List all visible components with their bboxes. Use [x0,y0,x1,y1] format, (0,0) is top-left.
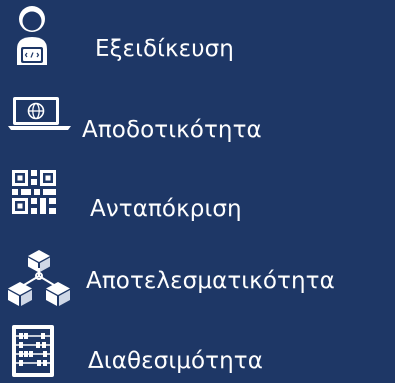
cubes-network-icon [8,250,70,306]
feature-label: Αποδοτικότητα [82,117,262,143]
developer-user-icon [17,6,47,65]
feature-label: Διαθεσιμότητα [88,348,263,374]
laptop-globe-icon [8,97,71,130]
feature-label: Ανταπόκριση [90,196,242,222]
qr-code-icon [12,170,56,214]
abacus-icon [12,325,54,377]
feature-label: Αποτελεσματικότητα [86,268,335,294]
feature-label: Εξειδίκευση [95,36,234,62]
